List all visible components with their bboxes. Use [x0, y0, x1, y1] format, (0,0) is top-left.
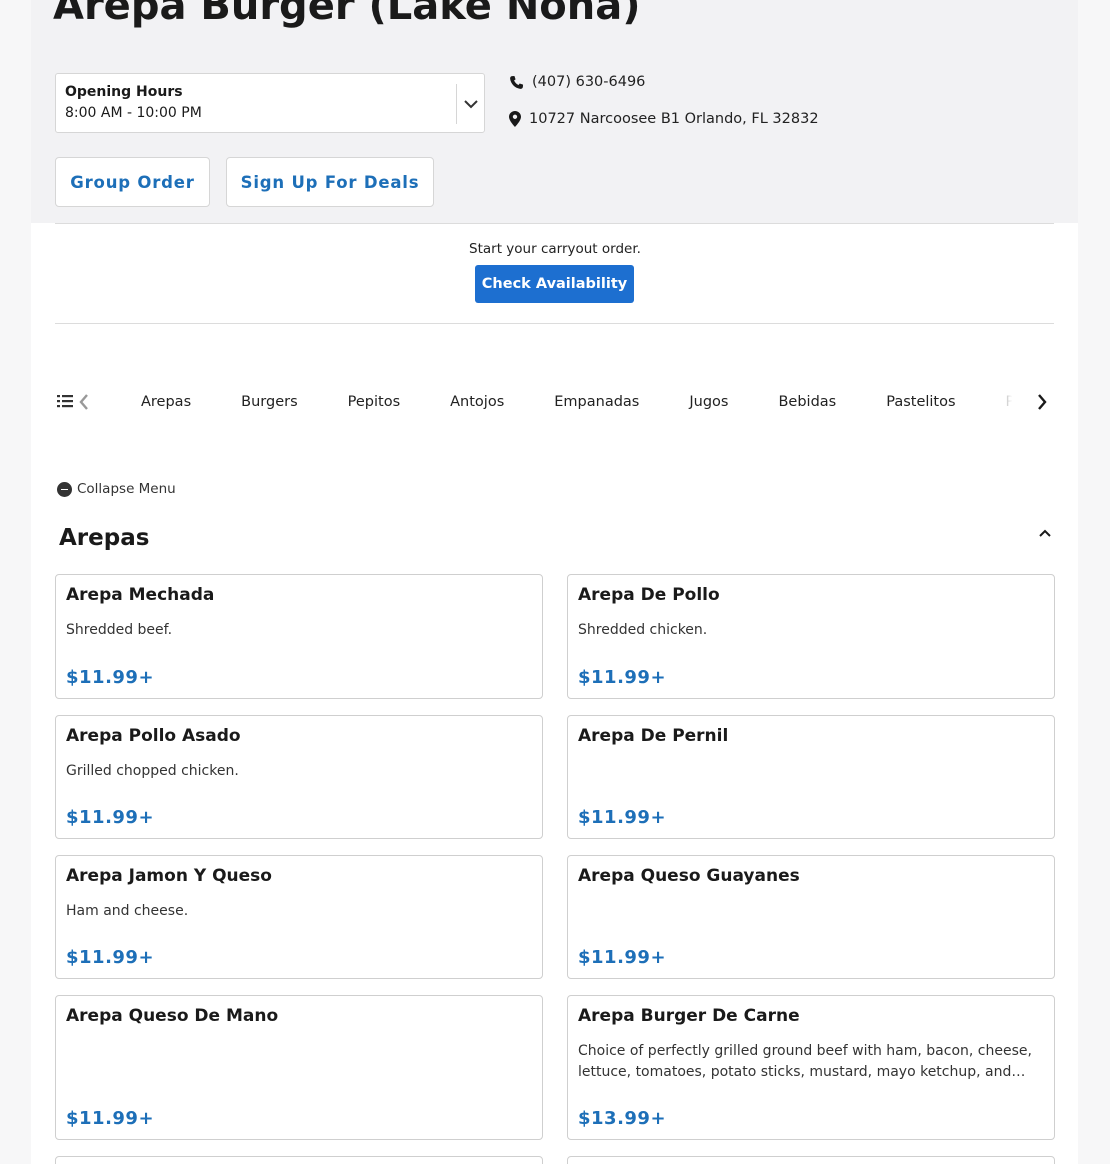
scroll-fade: [987, 386, 1033, 418]
category-scroller: Arepas Burgers Pepitos Antojos Empanadas Jugo…: [115, 386, 1055, 418]
menu-item-card[interactable]: Arepa Queso De Mano $11.99+: [55, 995, 543, 1140]
category-nav: Arepas Burgers Pepitos Antojos Empanadas Jugo…: [55, 386, 1055, 418]
category-tab[interactable]: Antojos: [450, 394, 504, 410]
chevron-down-icon[interactable]: [461, 94, 481, 114]
collapse-menu-label: Collapse Menu: [77, 481, 176, 497]
menu-item-card[interactable]: Arepa Queso Guayanes $11.99+: [567, 855, 1055, 979]
menu-item-name: Arepa Jamon Y Queso: [66, 866, 272, 886]
phone-icon: [510, 75, 524, 89]
hours-label: Opening Hours: [65, 84, 183, 100]
category-tab[interactable]: Pepitos: [348, 394, 401, 410]
menu-item-description: Ham and cheese.: [66, 903, 189, 919]
menu-item-description: Shredded chicken.: [578, 622, 708, 638]
chevron-right-icon[interactable]: [1035, 392, 1049, 412]
collapse-menu-button[interactable]: Collapse Menu: [57, 481, 176, 497]
list-icon[interactable]: [57, 394, 73, 408]
hours-value: 8:00 AM - 10:00 PM: [65, 105, 202, 121]
dropdown-divider: [456, 84, 457, 124]
category-tab[interactable]: Arepas: [141, 394, 191, 410]
category-tab[interactable]: Burgers: [241, 394, 298, 410]
menu-item-price: $11.99+: [578, 947, 667, 968]
category-tab[interactable]: Pastelitos: [886, 394, 955, 410]
menu-item-name: Arepa Pollo Asado: [66, 726, 241, 746]
menu-item-price: $13.99+: [578, 1108, 667, 1129]
menu-item-price: $11.99+: [66, 667, 155, 688]
menu-item-name: Arepa Queso De Mano: [66, 1006, 279, 1026]
menu-item-name: Arepa Mechada: [66, 585, 215, 605]
menu-item-card[interactable]: Arepa Pollo Asado Grilled chopped chicken…: [55, 715, 543, 839]
chevron-left-icon[interactable]: [77, 392, 91, 412]
menu-item-name: Arepa Burger De Carne: [578, 1006, 800, 1026]
menu-item-card[interactable]: Arepa Jamon Y Queso Ham and cheese. $11.99…: [55, 855, 543, 979]
phone-number: (407) 630-6496: [532, 74, 646, 90]
menu-item-card[interactable]: Arepa De Pernil $11.99+: [567, 715, 1055, 839]
minus-circle-icon: [57, 481, 72, 497]
address-link[interactable]: 10727 Narcoosee B1 Orlando, FL 32832: [509, 111, 819, 127]
check-availability-button[interactable]: Check Availability: [475, 265, 634, 303]
menu-item-card[interactable]: [55, 1156, 543, 1164]
restaurant-name: Arepa Burger (Lake Nona): [53, 0, 641, 29]
menu-item-card[interactable]: [567, 1156, 1055, 1164]
menu-item-price: $11.99+: [66, 807, 155, 828]
restaurant-page: Arepa Burger (Lake Nona) Opening Hours 8…: [0, 0, 1110, 1164]
sign-up-deals-button[interactable]: Sign Up For Deals: [226, 157, 434, 207]
menu-item-name: Arepa De Pernil: [578, 726, 729, 746]
menu-item-description: Choice of perfectly grilled ground beef …: [578, 1043, 1032, 1080]
carryout-prompt: Start your carryout order.: [469, 241, 641, 257]
menu-item-card[interactable]: Arepa Mechada Shredded beef. $11.99+: [55, 574, 543, 699]
menu-item-description: Grilled chopped chicken.: [66, 763, 239, 779]
phone-link[interactable]: (407) 630-6496: [509, 74, 645, 90]
menu-item-price: $11.99+: [578, 807, 667, 828]
menu-item-name: Arepa De Pollo: [578, 585, 720, 605]
divider: [55, 223, 1054, 224]
map-pin-icon: [509, 111, 521, 127]
divider: [55, 323, 1054, 324]
menu-item-name: Arepa Queso Guayanes: [578, 866, 800, 886]
group-order-button[interactable]: Group Order: [55, 157, 210, 207]
menu-item-card[interactable]: Arepa De Pollo Shredded chicken. $11.99+: [567, 574, 1055, 699]
category-tab[interactable]: Jugos: [689, 394, 728, 410]
menu-item-description: Shredded beef.: [66, 622, 173, 638]
chevron-up-icon[interactable]: [1036, 524, 1054, 542]
category-tab[interactable]: Bebidas: [778, 394, 836, 410]
section-title: Arepas: [59, 525, 150, 551]
menu-item-card[interactable]: Arepa Burger De Carne Choice of perfectly…: [567, 995, 1055, 1140]
opening-hours-dropdown[interactable]: Opening Hours 8:00 AM - 10:00 PM: [55, 73, 485, 133]
category-tab[interactable]: Empanadas: [554, 394, 639, 410]
address-text: 10727 Narcoosee B1 Orlando, FL 32832: [529, 111, 819, 127]
menu-item-price: $11.99+: [66, 947, 155, 968]
menu-item-price: $11.99+: [578, 667, 667, 688]
menu-item-price: $11.99+: [66, 1108, 155, 1129]
